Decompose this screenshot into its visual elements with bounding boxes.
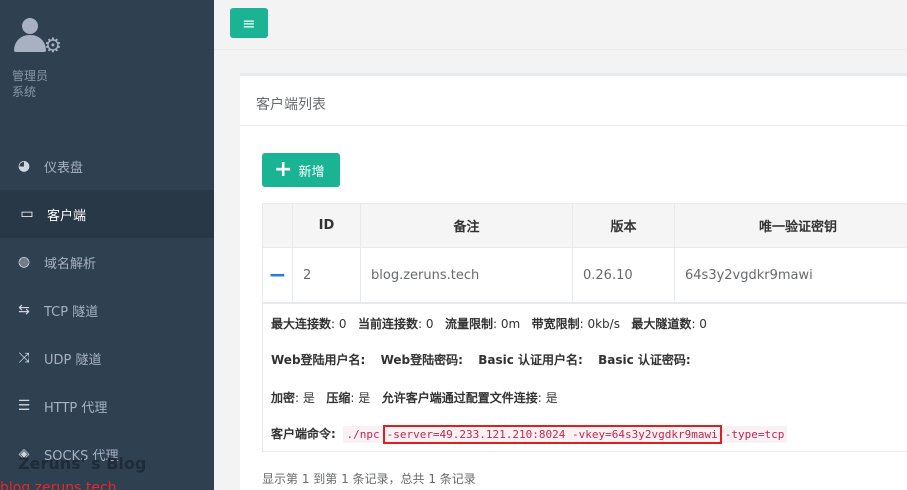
watermark-text: Zeruns' s Blog: [18, 454, 147, 473]
sidebar-item-udp[interactable]: ⤨ UDP 隧道: [0, 334, 214, 382]
sidebar-item-clients[interactable]: ▭ 客户端: [0, 190, 214, 238]
table-header-expand: [262, 203, 293, 248]
table-header-remark[interactable]: 备注: [360, 203, 573, 248]
cell-id: 2: [292, 247, 361, 304]
plus-icon: +: [274, 157, 293, 182]
sidebar-item-domains[interactable]: ◍ 域名解析: [0, 238, 214, 286]
globe-icon: ◍: [17, 254, 31, 270]
cell-version: 0.26.10: [572, 247, 675, 304]
sidebar-item-http[interactable]: ☰ HTTP 代理: [0, 382, 214, 430]
exchange-icon: ⇆: [18, 302, 30, 318]
command-prefix: ./npc: [343, 426, 383, 443]
table-header-key[interactable]: 唯一验证密钥: [674, 203, 907, 248]
menu-toggle-button[interactable]: ≡: [230, 8, 268, 38]
sidebar-item-tcp[interactable]: ⇆ TCP 隧道: [0, 286, 214, 334]
topbar: ≡: [214, 0, 907, 50]
detail-limits: 最大连接数: 0 当前连接数: 0 流量限制: 0m 带宽限制: 0kb/s 最…: [271, 317, 707, 331]
add-client-button[interactable]: + 新增: [262, 153, 340, 187]
random-icon: ⤨: [18, 350, 30, 366]
panel-title: 客户端列表: [240, 76, 907, 126]
detail-options: 加密: 是 压缩: 是 允许客户端通过配置文件连接: 是: [271, 391, 558, 405]
table-header-id[interactable]: ID: [292, 203, 361, 248]
table-row: − 2 blog.zeruns.tech 0.26.10 64s3y2vgdkr…: [262, 247, 907, 304]
sidebar: ⚙ 管理员 系统 ◕ 仪表盘 ▭ 客户端 ◍ 域名解析 ⇆ TCP 隧道 ⤨ UDP 隧道…: [0, 0, 214, 490]
command-suffix: -type=tcp: [721, 426, 788, 443]
detail-command: 客户端命令: ./npc -server=49.233.121.210:8024 …: [271, 425, 788, 444]
detail-auth: Web登陆用户名: Web登陆密码: Basic 认证用户名: Basic 认证…: [271, 353, 691, 367]
server-icon: ☰: [17, 398, 31, 414]
admin-avatar-icon[interactable]: ⚙: [12, 18, 62, 56]
table-header-version[interactable]: 版本: [572, 203, 675, 248]
collapse-row-icon[interactable]: −: [262, 247, 293, 304]
client-table: ID 备注 版本 唯一验证密钥 − 2 blog.zeruns.tech 0.2…: [262, 203, 907, 304]
profile: ⚙ 管理员 系统: [0, 0, 214, 130]
watermark-url: blog.zeruns.tech: [0, 480, 117, 490]
menu-icon: ≡: [242, 13, 256, 33]
dashboard-icon: ◕: [17, 158, 31, 174]
pagination-info: 显示第 1 到第 1 条记录，总共 1 条记录: [262, 472, 476, 486]
client-list-panel: 客户端列表 + 新增 ID 备注 版本 唯一验证密钥 − 2 blog.zeru…: [240, 73, 907, 490]
profile-name: 管理员: [12, 69, 49, 83]
desktop-icon: ▭: [20, 206, 34, 222]
cell-remark: blog.zeruns.tech: [360, 247, 573, 304]
client-detail: 最大连接数: 0 当前连接数: 0 流量限制: 0m 带宽限制: 0kb/s 最…: [262, 302, 907, 452]
cell-key: 64s3y2vgdkr9mawi: [674, 247, 907, 304]
profile-role: 系统: [12, 85, 37, 99]
sidebar-item-dashboard[interactable]: ◕ 仪表盘: [0, 142, 214, 190]
command-highlight[interactable]: -server=49.233.121.210:8024 -vkey=64s3y2…: [382, 425, 722, 444]
